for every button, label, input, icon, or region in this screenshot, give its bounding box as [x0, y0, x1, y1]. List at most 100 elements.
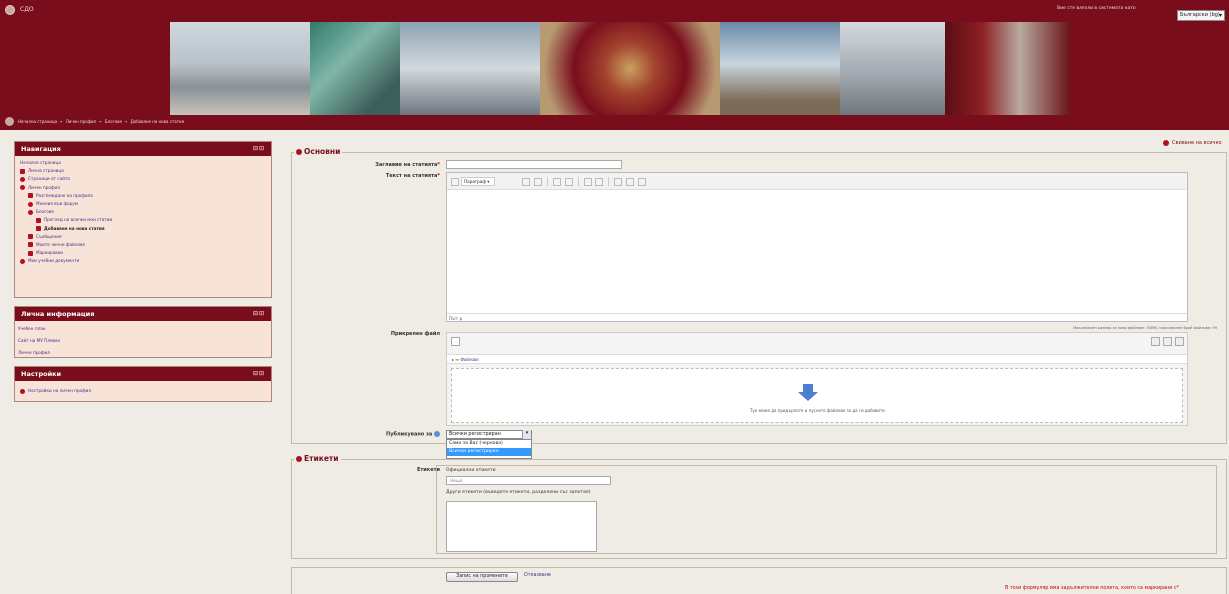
format-select[interactable]: Параграф ▾ — [461, 177, 495, 186]
breadcrumb-item[interactable]: Личен профил — [66, 119, 97, 124]
expand-icon — [20, 388, 25, 394]
basics-legend[interactable]: Основни — [294, 147, 343, 156]
tree-view-icon[interactable] — [1175, 337, 1184, 346]
breadcrumb-item[interactable]: Начална страница — [18, 119, 57, 124]
breadcrumb-item[interactable]: Добавяне на нова статия — [131, 119, 184, 124]
breadcrumb: Начална страница → Личен профил → Блогове →… — [18, 119, 185, 124]
nav-item-blogs[interactable]: Блогове — [20, 208, 266, 216]
nav-item-forum-posts[interactable]: Мнения във форум — [20, 200, 266, 208]
italic-icon[interactable] — [533, 177, 542, 186]
collapse-icon — [296, 455, 302, 462]
title-input[interactable] — [446, 160, 622, 169]
text-editor[interactable] — [446, 172, 1188, 322]
nav-item-view-profile[interactable]: Разглеждане на профила — [20, 192, 266, 200]
page-icon — [28, 250, 33, 256]
files-breadcrumb[interactable]: ▸ ▬ Файлове — [447, 354, 1187, 364]
settings-list: Настройки на личен профил — [15, 381, 271, 398]
nav-item-private-files[interactable]: Моите лични файлове — [20, 241, 266, 249]
publish-option-draft[interactable]: Само за Вас (чернова) — [447, 440, 531, 448]
settings-block: Настройки ⊟⊡ Настройки на личен профил — [14, 366, 272, 402]
other-tags-textarea[interactable] — [446, 501, 597, 552]
tags-legend[interactable]: Етикети — [294, 454, 341, 463]
publish-value: Всички регистриран — [449, 432, 501, 437]
tags-box: Официални етикети Нищо Други етикети (въ… — [436, 465, 1217, 554]
personal-info-block: Лична информация ⊟⊡ Учебен план Сайт на … — [14, 306, 272, 358]
bold-icon[interactable] — [521, 177, 530, 186]
settings-title: Настройки — [21, 370, 62, 378]
personal-info-item[interactable]: Сайт на МУ Плевен — [18, 335, 268, 347]
nav-item-messages[interactable]: Съобщения — [20, 233, 266, 241]
site-name[interactable]: СДО — [20, 6, 34, 13]
media-icon[interactable] — [626, 177, 635, 186]
page-icon — [36, 226, 41, 232]
page-icon — [36, 217, 41, 223]
site-logo[interactable] — [5, 5, 15, 15]
publish-label: Публикувано за — [340, 431, 440, 438]
list-view-icon[interactable] — [1163, 337, 1172, 346]
add-file-icon[interactable] — [451, 337, 460, 346]
grid-view-icon[interactable] — [1151, 337, 1160, 346]
official-tags-label: Официални етикети — [446, 468, 496, 473]
breadcrumb-item[interactable]: Блогове — [105, 119, 122, 124]
publish-select[interactable]: Всички регистриран ▾ — [446, 430, 532, 439]
nav-item-view-entries[interactable]: Преглед на всички мои статии — [20, 216, 266, 224]
folder-icon: ▬ — [455, 357, 460, 362]
required-note: В този формуляр има задължителни полета,… — [1005, 586, 1179, 591]
official-tags-select[interactable]: Нищо — [446, 476, 611, 485]
expand-icon — [20, 185, 25, 191]
chevron-down-icon[interactable]: ▾ — [522, 430, 531, 439]
editor-path: Път: p — [447, 313, 1187, 321]
cancel-link[interactable]: Отказване — [524, 573, 551, 578]
page-icon — [28, 193, 33, 199]
expand-icon — [28, 201, 33, 207]
expand-icon — [20, 258, 25, 264]
expand-icon — [28, 209, 33, 215]
chevron-down-icon: ▾ — [1218, 12, 1222, 19]
toggle-toolbar-icon[interactable] — [451, 177, 459, 186]
personal-info-item[interactable]: Личен профил — [18, 347, 268, 359]
language-select[interactable]: Български (bg) ▾ — [1177, 10, 1225, 21]
home-icon[interactable] — [5, 117, 14, 126]
save-button[interactable]: Запис на промените — [446, 572, 518, 582]
nav-item-tags[interactable]: Маркировки — [20, 249, 266, 257]
page-icon — [28, 234, 33, 240]
link-icon[interactable] — [583, 177, 592, 186]
publish-option-all[interactable]: Всички регистриран — [447, 448, 531, 456]
nav-item-add-entry[interactable]: Добавяне на нова статия — [20, 225, 266, 233]
personal-info-header: Лична информация ⊟⊡ — [15, 307, 271, 321]
collapse-icon — [296, 148, 302, 155]
login-info: Вие сте влезли в системата като — [1057, 6, 1136, 11]
nav-item-profile[interactable]: Личен профил — [20, 184, 266, 192]
bullet-list-icon[interactable] — [552, 177, 561, 186]
header-banner — [170, 22, 1070, 115]
personal-info-list: Учебен план Сайт на МУ Плевен Личен проф… — [15, 321, 271, 361]
nav-item-site-pages[interactable]: Страници от сайта — [20, 175, 266, 183]
file-manager-icon[interactable] — [638, 177, 647, 186]
image-icon[interactable] — [614, 177, 623, 186]
navigation-header: Навигация ⊟⊡ — [15, 142, 271, 156]
personal-info-title: Лична информация — [21, 310, 95, 318]
file-drop-zone[interactable]: Тук може да придърпате и пуснете файлове… — [451, 368, 1183, 423]
personal-info-item[interactable]: Учебен план — [18, 323, 268, 335]
navigation-title: Навигация — [21, 145, 61, 153]
nav-item-my-page[interactable]: Лична страница — [20, 167, 266, 175]
block-controls-icon[interactable]: ⊟⊡ — [253, 310, 265, 317]
title-label: Заглавие на статията* — [375, 162, 440, 168]
collapse-all-link[interactable]: Свиване на всичко — [1163, 140, 1222, 146]
help-icon[interactable] — [434, 431, 440, 437]
drop-text: Тук може да придърпате и пуснете файлове… — [749, 408, 887, 413]
filepicker: ▸ ▬ Файлове Тук може да придърпате и пус… — [446, 332, 1188, 426]
block-controls-icon[interactable]: ⊟⊡ — [253, 145, 265, 152]
settings-item-profile[interactable]: Настройки на личен профил — [20, 387, 266, 395]
collapse-icon — [1163, 140, 1169, 146]
publish-options: Само за Вас (чернова) Всички регистриран — [446, 439, 532, 459]
other-tags-label: Други етикети (въведете етикети, разделе… — [446, 490, 591, 495]
attach-limits: Максимален размер за нови файлове: 50MB,… — [1073, 326, 1217, 330]
unlink-icon[interactable] — [595, 177, 604, 186]
block-controls-icon[interactable]: ⊟⊡ — [253, 370, 265, 377]
tags-label: Етикети — [416, 467, 440, 473]
nav-item-home[interactable]: Начална страница — [20, 159, 266, 167]
nav-item-my-courses[interactable]: Мои учебни документи — [20, 257, 266, 265]
numbered-list-icon[interactable] — [564, 177, 573, 186]
page-icon — [20, 168, 25, 174]
